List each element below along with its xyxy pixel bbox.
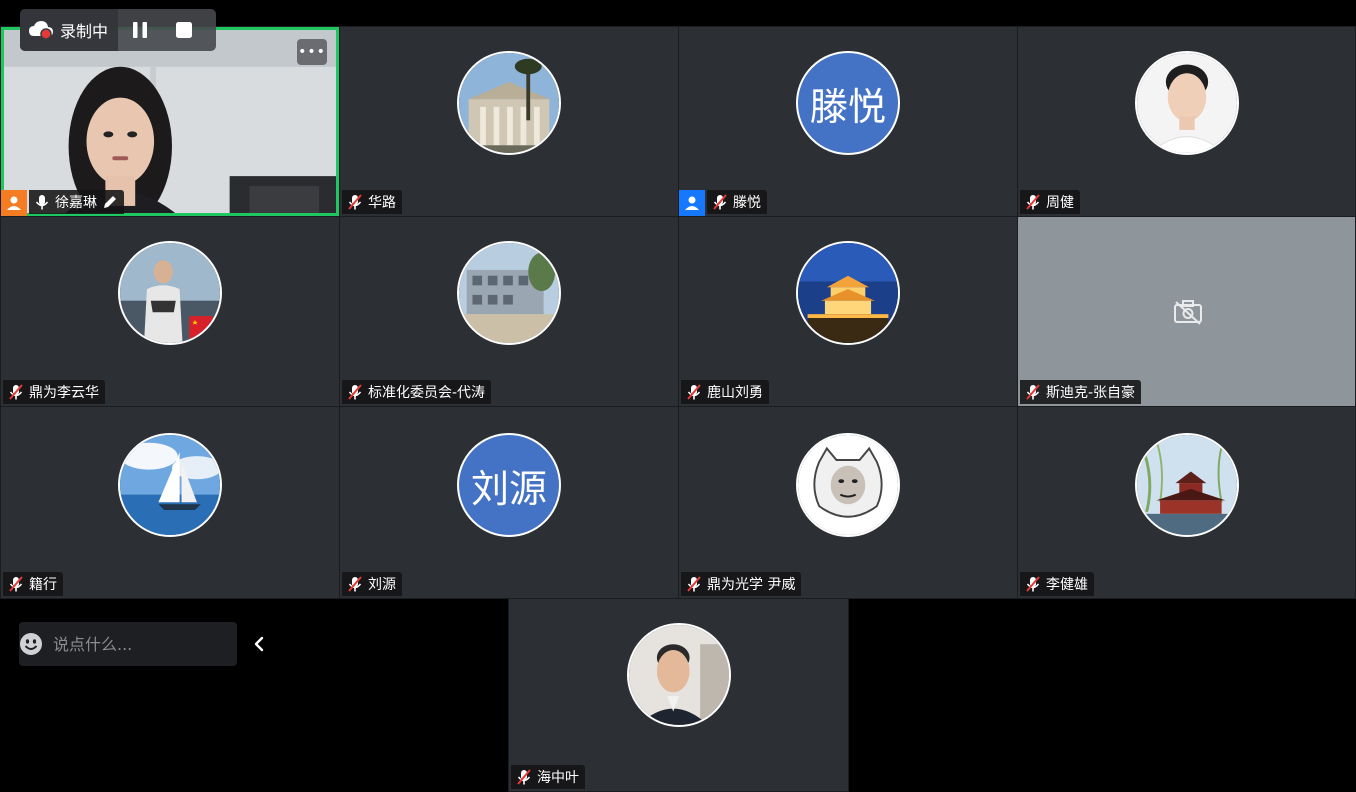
participant-name-tag: 周健 bbox=[1020, 190, 1080, 214]
participant-tile[interactable]: 滕悦 滕悦 bbox=[678, 26, 1018, 217]
mic-on-icon bbox=[35, 195, 49, 210]
participant-name: 标准化委员会-代涛 bbox=[368, 385, 486, 401]
more-options-button[interactable]: ••• bbox=[297, 39, 327, 65]
participant-name-tag: 李健雄 bbox=[1020, 572, 1094, 596]
participant-avatar bbox=[796, 241, 900, 345]
participant-avatar bbox=[1134, 433, 1239, 537]
participant-avatar bbox=[457, 241, 561, 345]
camera-off-icon bbox=[1174, 300, 1202, 325]
recording-control-bar: 录制中 bbox=[20, 9, 216, 51]
avatar-photo-image bbox=[120, 243, 220, 343]
participant-avatar-initials: 滕悦 bbox=[796, 51, 900, 155]
participant-tile[interactable]: 华路 bbox=[339, 26, 679, 217]
participant-avatar bbox=[626, 623, 731, 727]
participant-name-tag: 海中叶 bbox=[511, 765, 585, 789]
avatar-building-image bbox=[459, 53, 559, 153]
pause-icon bbox=[133, 22, 148, 38]
participant-name-tag: 鼎为李云华 bbox=[3, 380, 105, 404]
mic-muted-icon bbox=[713, 194, 727, 210]
mic-muted-icon bbox=[517, 769, 531, 785]
pause-recording-button[interactable] bbox=[118, 9, 162, 51]
chat-message-input[interactable] bbox=[43, 622, 253, 666]
participant-name: 鼎为光学 尹威 bbox=[707, 577, 796, 593]
participant-tile[interactable]: 刘源 刘源 bbox=[339, 406, 679, 599]
participant-avatar bbox=[1134, 51, 1239, 155]
avatar-sailboat-image bbox=[120, 435, 220, 535]
participant-name: 徐嘉琳 bbox=[55, 195, 97, 211]
participant-name-tag: 刘源 bbox=[342, 572, 402, 596]
avatar-building-image bbox=[459, 243, 559, 343]
participant-name: 鼎为李云华 bbox=[29, 385, 99, 401]
mic-muted-icon bbox=[348, 576, 362, 592]
participant-name: 籍行 bbox=[29, 577, 57, 593]
avatar-pagoda-night-image bbox=[798, 243, 898, 343]
recording-label: 录制中 bbox=[60, 22, 109, 41]
rename-pencil-icon[interactable] bbox=[102, 194, 118, 210]
mic-muted-icon bbox=[1026, 576, 1040, 592]
cohost-badge-icon bbox=[679, 190, 705, 216]
participant-tile-camera-off[interactable]: 斯迪克-张自豪 bbox=[1017, 216, 1356, 407]
mic-muted-icon bbox=[687, 384, 701, 400]
mic-muted-icon bbox=[1026, 384, 1040, 400]
participant-name: 刘源 bbox=[368, 577, 396, 593]
participant-avatar bbox=[796, 433, 900, 537]
emoji-icon bbox=[20, 633, 42, 655]
participant-tile[interactable]: 标准化委员会-代涛 bbox=[339, 216, 679, 407]
participant-name: 海中叶 bbox=[537, 770, 579, 786]
collapse-chat-button[interactable] bbox=[253, 622, 265, 666]
mic-muted-icon bbox=[348, 194, 362, 210]
mic-muted-icon bbox=[9, 576, 23, 592]
participant-avatar-initials: 刘源 bbox=[457, 433, 561, 537]
participant-avatar bbox=[457, 51, 561, 155]
participant-tile[interactable]: 周健 bbox=[1017, 26, 1356, 217]
participant-tile[interactable]: 鹿山刘勇 bbox=[678, 216, 1018, 407]
participant-name: 华路 bbox=[368, 195, 396, 211]
participant-name: 李健雄 bbox=[1046, 577, 1088, 593]
participant-avatar bbox=[118, 433, 222, 537]
participant-tile[interactable]: 海中叶 bbox=[508, 598, 849, 792]
cloud-recording-icon bbox=[29, 21, 53, 40]
participant-tile[interactable]: 鼎为李云华 bbox=[0, 216, 340, 407]
chevron-left-icon bbox=[254, 636, 264, 652]
avatar-palace-image bbox=[1136, 435, 1237, 535]
participant-name-tag: 籍行 bbox=[3, 572, 63, 596]
participant-avatar bbox=[118, 241, 222, 345]
avatar-portrait-image bbox=[628, 625, 729, 725]
participant-name-tag: 鹿山刘勇 bbox=[681, 380, 769, 404]
participant-tile[interactable]: 鼎为光学 尹威 bbox=[678, 406, 1018, 599]
chat-input-bar bbox=[19, 622, 264, 666]
avatar-portrait-image bbox=[1136, 53, 1237, 153]
participant-name-tag: 滕悦 bbox=[707, 190, 767, 214]
participant-tile-active-speaker[interactable]: ••• 徐嘉琳 bbox=[0, 26, 340, 217]
participant-name: 滕悦 bbox=[733, 195, 761, 211]
mic-muted-icon bbox=[687, 576, 701, 592]
stop-recording-button[interactable] bbox=[162, 9, 206, 51]
participant-name: 鹿山刘勇 bbox=[707, 385, 763, 401]
participant-name-tag: 徐嘉琳 bbox=[29, 190, 124, 214]
participant-name: 斯迪克-张自豪 bbox=[1046, 385, 1136, 401]
mic-muted-icon bbox=[9, 384, 23, 400]
camera-video-feed bbox=[1, 27, 339, 216]
avatar-meme-face-image bbox=[798, 435, 898, 535]
mic-muted-icon bbox=[1026, 194, 1040, 210]
participant-tile[interactable]: 李健雄 bbox=[1017, 406, 1356, 599]
mic-muted-icon bbox=[348, 384, 362, 400]
meeting-stage: ••• 徐嘉琳 华路 滕悦 滕悦 周健 鼎为李云华 标准化委员会-代涛 鹿山刘勇… bbox=[0, 0, 1356, 792]
emoji-button[interactable] bbox=[19, 622, 43, 666]
participant-name-tag: 华路 bbox=[342, 190, 402, 214]
participant-name: 周健 bbox=[1046, 195, 1074, 211]
participant-name-tag: 标准化委员会-代涛 bbox=[342, 380, 492, 404]
participant-name-tag: 斯迪克-张自豪 bbox=[1020, 380, 1142, 404]
host-badge-icon bbox=[1, 190, 27, 216]
participant-tile[interactable]: 籍行 bbox=[0, 406, 340, 599]
recording-status: 录制中 bbox=[20, 9, 119, 51]
participant-name-tag: 鼎为光学 尹威 bbox=[681, 572, 802, 596]
stop-icon bbox=[176, 22, 193, 38]
